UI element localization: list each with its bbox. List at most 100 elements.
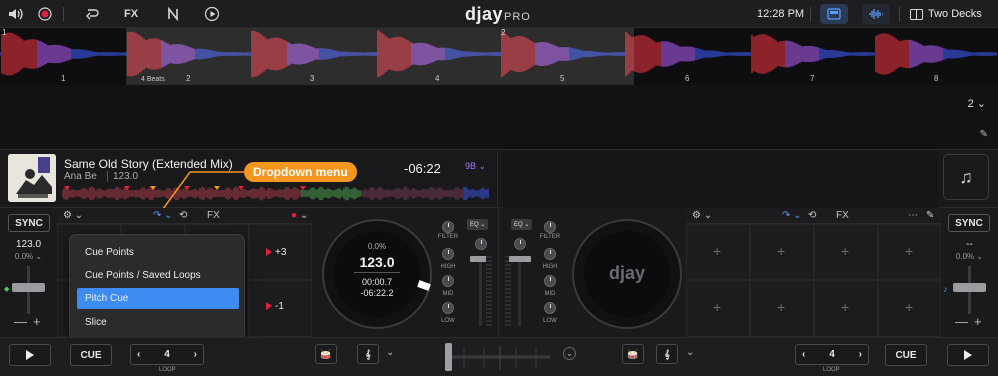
pitch-percent-right[interactable]: 0.0% ⌄ [941,252,998,261]
pad-mode-selector[interactable]: ↷ ⌄ [782,210,802,221]
pad[interactable]: + [814,224,878,280]
cue-button-left[interactable]: CUE [70,344,112,366]
gear-icon[interactable]: ⚙ ⌄ [63,210,83,221]
cue-button-right[interactable]: CUE [885,344,927,366]
high-knob-left[interactable] [442,248,454,260]
edit-icon[interactable]: ✎ [980,129,988,140]
chevron-down-icon: ⌄ [976,98,986,110]
pitch-plus-button[interactable]: + [33,314,41,329]
loop-decrease-icon[interactable]: ‹ [137,349,140,360]
loop-icon[interactable]: ⟲ [808,210,816,221]
gain-knob-right[interactable] [514,238,526,250]
pad-mode-selector[interactable]: ↷ ⌄ [153,210,173,221]
gain-knob-left[interactable] [475,238,487,250]
play-button-right[interactable] [947,344,989,366]
instrument-icon[interactable]: 𝄞 [357,344,379,364]
pitch-minus-button[interactable]: — [14,314,27,329]
channel-fader-track-left[interactable] [479,256,482,326]
mid-knob-left[interactable] [442,275,454,287]
music-note-indicator: ♪ [943,284,948,294]
pitch-minus-button[interactable]: — [955,314,968,329]
cue-marker[interactable]: 1 [2,28,6,37]
deck-number-selector[interactable]: 2 ⌄ [968,97,986,110]
filter-knob-right[interactable] [544,221,556,233]
pad[interactable]: + [878,280,941,337]
pitch-plus-button[interactable]: + [974,314,982,329]
crossfader[interactable] [444,340,556,374]
channel-fader-track-right[interactable] [518,256,521,326]
drum-icon[interactable]: 🥁 [622,344,644,364]
add-icon: + [905,299,914,315]
chevron-down-icon[interactable]: ⌄ [386,347,394,358]
edit-icon[interactable]: ✎ [926,210,934,221]
eq-selector-left[interactable]: EQ ⌄ [467,219,489,230]
deck-divider [497,151,498,208]
sync-button-left[interactable]: SYNC [8,214,50,232]
pad[interactable]: + [686,280,750,337]
right-pad-grid: + + + + + + + + [686,224,941,337]
record-icon[interactable] [35,4,55,24]
eq-selector-right[interactable]: EQ ⌄ [511,219,533,230]
add-icon: + [841,299,850,315]
pad[interactable]: + [878,224,941,280]
fx-button[interactable]: FX [121,4,141,24]
dropdown-item-saved-loops[interactable]: Cue Points / Saved Loops [77,265,239,286]
loop-increase-icon[interactable]: › [194,349,197,360]
pad[interactable]: + [750,224,814,280]
dropdown-item-pitch-cue[interactable]: Pitch Cue [77,288,239,309]
app-logo: djayPRO [465,4,531,24]
crossfader-options-icon[interactable]: ⌄ [563,347,576,360]
mid-knob-right[interactable] [544,275,556,287]
pitch-percent-left[interactable]: 0.0% ⌄ [0,252,57,261]
loop-increase-icon[interactable]: › [859,349,862,360]
pad[interactable]: -1 [249,280,312,337]
waveform-view-button[interactable] [862,4,890,24]
dropdown-item-slice[interactable]: Slice [77,312,239,333]
beat-number: 6 [685,74,690,83]
pad[interactable]: + [686,224,750,280]
music-note-icon[interactable]: ♫ [943,154,989,200]
deck-view-button[interactable] [820,4,848,24]
gear-icon[interactable]: ⚙ ⌄ [692,210,712,221]
play-icon [964,350,972,360]
knob-label: HIGH [542,264,558,270]
fx-tab[interactable]: FX [836,210,849,221]
loop-icon[interactable]: ⟲ [179,210,187,221]
waveform-overview[interactable]: 4 Beats 1 2 1 2 3 4 5 6 7 8 [0,28,998,85]
pad[interactable]: + [750,280,814,337]
album-art[interactable] [8,154,56,202]
play-button-left[interactable] [9,344,51,366]
channel-fader-right[interactable] [509,256,531,262]
layout-icon[interactable] [906,4,926,24]
low-knob-right[interactable] [544,302,556,314]
chevron-down-icon[interactable]: ⌄ [686,347,694,358]
pitch-slider-thumb[interactable] [953,283,986,292]
play-circle-icon[interactable] [202,4,222,24]
fx-tab[interactable]: FX [207,210,220,221]
jog-wheel-right[interactable]: djay [572,219,682,329]
jog-wheel-left[interactable]: 0.0% 123.0 00:00.7 -06:22.2 [322,219,432,329]
layout-selector[interactable]: Two Decks [928,8,982,20]
cue-marker[interactable]: 2 [501,28,505,37]
low-knob-left[interactable] [442,302,454,314]
loop-decrease-icon[interactable]: ‹ [802,349,805,360]
record-dot-icon[interactable]: ● ⌄ [291,210,308,221]
sync-button-right[interactable]: SYNC [948,214,990,232]
filter-knob-left[interactable] [442,221,454,233]
key-badge[interactable]: 9B ⌄ [465,161,486,172]
pad[interactable]: + [814,280,878,337]
dropdown-item-cue-points[interactable]: Cue Points [77,242,239,263]
instrument-icon[interactable]: 𝄞 [656,344,678,364]
loop-region[interactable] [126,28,634,85]
chevron-down-icon: ⌄ [299,210,309,221]
mini-waveform[interactable] [62,186,490,201]
more-icon[interactable]: ⋯ [908,210,918,221]
high-knob-right[interactable] [544,248,556,260]
pad[interactable]: +3 [249,224,312,280]
jog-remaining: -06:22.2 [360,288,394,298]
automix-icon[interactable] [83,4,103,24]
drum-icon[interactable]: 🥁 [315,344,337,364]
neural-mix-icon[interactable] [163,4,183,24]
volume-icon[interactable] [6,4,26,24]
pitch-slider-thumb[interactable] [12,283,45,292]
